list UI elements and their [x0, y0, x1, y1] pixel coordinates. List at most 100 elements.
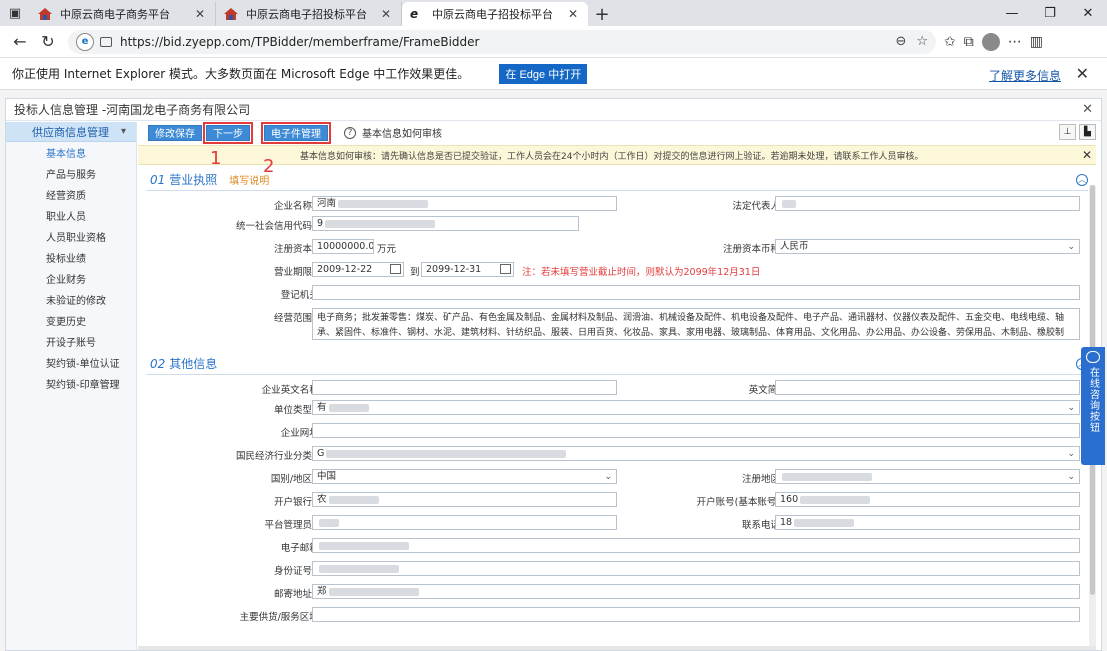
sidebar-item-change-history[interactable]: 变更历史 — [6, 310, 136, 331]
favorite-star-icon[interactable]: ☆ — [916, 34, 928, 49]
back-icon[interactable]: ← — [6, 28, 34, 56]
sidebar-item-sub-accounts[interactable]: 开设子账号 — [6, 331, 136, 352]
learn-more-link[interactable]: 了解更多信息 — [989, 67, 1061, 84]
credit-code-input[interactable]: 9 — [312, 216, 579, 231]
other-info-form: 企业英文名称: 英文简称: 单位类型:* 有⌄ 企业网址: 国民经济行业分类:*… — [138, 375, 1096, 628]
close-icon[interactable]: ✕ — [379, 7, 393, 21]
calendar-icon[interactable] — [390, 264, 401, 274]
browser-tab-3[interactable]: e 中原云商电子招投标平台 ✕ — [402, 2, 588, 26]
currency-select[interactable]: 人民币 ⌄ — [775, 239, 1080, 254]
section-other-info: 02其他信息 ︿ — [146, 353, 1088, 375]
term-to-label: 到 — [410, 267, 420, 278]
new-tab-icon[interactable]: + — [588, 2, 616, 26]
url-text[interactable]: https://bid.zyepp.com/TPBidder/memberfra… — [120, 35, 895, 49]
online-consult-label: 在线咨询按钮 — [1087, 367, 1099, 433]
credit-code-label: 统一社会信用代码:* — [236, 221, 322, 232]
company-name-input[interactable]: 河南 — [312, 196, 617, 211]
main-content: 修改保存 下一步 电子件管理 ? 基本信息如何审核 ⊥ ▙ 1 2 基本信息如何… — [138, 121, 1096, 650]
legal-rep-input[interactable] — [775, 196, 1080, 211]
sidebar-item-bid-performance[interactable]: 投标业绩 — [6, 247, 136, 268]
tab-title: 中原云商电子商务平台 — [60, 8, 170, 21]
page-header: 投标人信息管理 -河南国龙电子商务有限公司 ✕ — [6, 99, 1101, 121]
phone-input[interactable]: 18 — [775, 515, 1080, 530]
service-area-label: 主要供货/服务区域: — [239, 612, 322, 623]
term-start-date-input[interactable]: 2009-12-22 — [312, 262, 404, 277]
sidebar-item-unverified-changes[interactable]: 未验证的修改 — [6, 289, 136, 310]
website-input[interactable] — [312, 423, 1080, 438]
sidebar-item-qualifications[interactable]: 经营资质 — [6, 184, 136, 205]
chevron-down-icon: ⌄ — [1067, 403, 1075, 413]
bank-input[interactable]: 农 — [312, 492, 617, 507]
notice-text: 基本信息如何审核：请先确认信息是否已提交验证，工作人员会在24个小时内（工作日）… — [300, 151, 924, 162]
sidebar-item-staff[interactable]: 职业人员 — [6, 205, 136, 226]
region-select[interactable]: ⌄ — [775, 469, 1080, 484]
account-input[interactable]: 160 — [775, 492, 1080, 507]
tab-title: 中原云商电子招投标平台 — [432, 8, 553, 21]
close-icon[interactable]: ✕ — [566, 7, 580, 21]
help-link[interactable]: 基本信息如何审核 — [362, 125, 442, 140]
tab-actions-icon[interactable]: ▣ — [0, 0, 30, 26]
en-short-input[interactable] — [775, 380, 1080, 395]
annotation-2: 2 — [263, 156, 275, 177]
address-input[interactable]: 郑 — [312, 584, 1080, 599]
next-step-button[interactable]: 下一步 — [203, 121, 253, 144]
chat-icon — [1086, 351, 1100, 363]
org-chart-icon[interactable]: ⊥ — [1059, 124, 1076, 140]
section-title: 02 其他信息 — [150, 357, 218, 371]
business-scope-textarea[interactable]: 电子商务；批发兼零售：煤炭、矿产品、有色金属及制品、金属材料及制品、润滑油、机械… — [312, 308, 1080, 340]
window-controls: — ❐ ✕ — [993, 0, 1107, 26]
online-consult-button[interactable]: 在线咨询按钮 — [1081, 347, 1105, 465]
restore-icon[interactable]: ❐ — [1031, 0, 1069, 26]
section-title: 01 营业执照 — [150, 173, 218, 187]
print-icon[interactable]: ▙ — [1079, 124, 1096, 140]
close-window-icon[interactable]: ✕ — [1069, 0, 1107, 26]
sidebar-item-finance[interactable]: 企业财务 — [6, 268, 136, 289]
close-icon[interactable]: ✕ — [1082, 148, 1092, 162]
sidebar-toggle-icon[interactable]: ▥ — [1030, 34, 1043, 50]
sidebar-group-header[interactable]: 供应商信息管理 ▾ — [6, 122, 136, 142]
profile-avatar[interactable] — [981, 32, 1000, 51]
collapse-icon[interactable]: ︿ — [1076, 173, 1088, 186]
close-icon[interactable]: ✕ — [193, 7, 207, 21]
admin-input[interactable] — [312, 515, 617, 530]
sidebar-item-staff-qualifications[interactable]: 人员职业资格 — [6, 226, 136, 247]
close-icon[interactable]: ✕ — [1076, 64, 1089, 83]
browser-tab-2[interactable]: 中原云商电子招投标平台 ✕ — [216, 2, 402, 26]
favorites-icon[interactable]: ✩ — [944, 34, 956, 50]
service-area-input[interactable] — [312, 607, 1080, 622]
document-management-button[interactable]: 电子件管理 — [261, 121, 331, 144]
reg-capital-input[interactable]: 10000000.00 — [312, 239, 374, 254]
close-icon[interactable]: ✕ — [1082, 102, 1093, 117]
sidebar-item-products[interactable]: 产品与服务 — [6, 163, 136, 184]
ie-mode-infobar: 你正使用 Internet Explorer 模式。大多数页面在 Microso… — [0, 58, 1107, 90]
open-in-edge-button[interactable]: 在 Edge 中打开 — [499, 63, 588, 84]
toolbar: 修改保存 下一步 电子件管理 ? 基本信息如何审核 ⊥ ▙ — [138, 121, 1096, 144]
country-select[interactable]: 中国 ⌄ — [312, 469, 617, 484]
calendar-icon[interactable] — [500, 264, 511, 274]
browser-tab-1[interactable]: 中原云商电子商务平台 ✕ — [30, 2, 216, 26]
industry-select[interactable]: G ⌄ — [312, 446, 1080, 461]
annotation-1: 1 — [210, 148, 222, 169]
lock-icon[interactable] — [100, 36, 112, 47]
zoom-icon[interactable]: ⊖ — [895, 34, 906, 49]
minimize-icon[interactable]: — — [993, 0, 1031, 26]
refresh-icon[interactable]: ↻ — [34, 28, 62, 56]
sidebar-item-basic-info[interactable]: 基本信息 — [6, 142, 136, 163]
unit-type-select[interactable]: 有 ⌄ — [312, 400, 1080, 415]
sidebar-item-unit-certification[interactable]: 契约锁-单位认证 — [6, 352, 136, 373]
idcard-input[interactable] — [312, 561, 1080, 576]
notice-banner: 基本信息如何审核：请先确认信息是否已提交验证，工作人员会在24个小时内（工作日）… — [138, 145, 1096, 165]
en-name-input[interactable] — [312, 380, 617, 395]
chevron-down-icon[interactable]: ▾ — [121, 126, 126, 137]
email-input[interactable] — [312, 538, 1080, 553]
sidebar-item-seal-management[interactable]: 契约锁-印章管理 — [6, 373, 136, 394]
term-note: 注：若未填写营业截止时间，则默认为2099年12月31日 — [522, 267, 761, 278]
save-button[interactable]: 修改保存 — [148, 124, 202, 141]
ie-mode-icon[interactable]: e — [76, 32, 94, 51]
term-end-date-input[interactable]: 2099-12-31 — [421, 262, 514, 277]
url-field[interactable]: e https://bid.zyepp.com/TPBidder/memberf… — [68, 29, 936, 54]
chevron-down-icon: ⌄ — [604, 472, 612, 482]
more-menu-icon[interactable]: ⋯ — [1008, 34, 1022, 50]
collections-icon[interactable]: ⧉ — [964, 34, 974, 50]
reg-org-input[interactable] — [312, 285, 1080, 300]
